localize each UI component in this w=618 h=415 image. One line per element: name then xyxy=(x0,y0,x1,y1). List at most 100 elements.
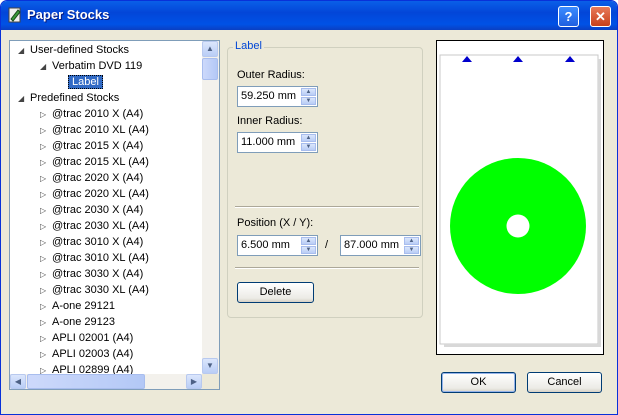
tree-node-label: @trac 3030 XL (A4) xyxy=(52,284,149,296)
scroll-corner xyxy=(202,374,219,389)
horizontal-scroll-thumb[interactable] xyxy=(27,374,145,389)
position-x-value[interactable]: 6.500 mm xyxy=(241,239,290,251)
expand-icon[interactable]: ▷ xyxy=(40,123,52,139)
expand-icon[interactable]: ▷ xyxy=(40,235,52,251)
spin-down-icon[interactable]: ▼ xyxy=(301,143,316,151)
paper-shadow xyxy=(598,59,601,347)
vertical-scroll-thumb[interactable] xyxy=(202,58,218,80)
expand-icon[interactable]: ▷ xyxy=(40,187,52,203)
tree-node-stock[interactable]: ▷ A-one 29121 xyxy=(40,298,115,314)
spin-down-icon[interactable]: ▼ xyxy=(404,246,419,254)
expand-icon[interactable]: ▷ xyxy=(40,283,52,299)
separator xyxy=(235,206,419,208)
expand-icon[interactable]: ▷ xyxy=(40,267,52,283)
close-button[interactable]: ✕ xyxy=(590,6,611,27)
position-x-updown[interactable]: ▲ ▼ xyxy=(301,237,316,254)
collapse-icon[interactable]: ◢ xyxy=(40,59,52,75)
position-y-spinner[interactable]: 87.000 mm ▲ ▼ xyxy=(340,235,421,256)
tree-node-label: @trac 3030 X (A4) xyxy=(52,268,144,280)
stock-tree[interactable]: ◢ User-defined Stocks ◢ Verbatim DVD 119 L… xyxy=(9,40,220,390)
selected-tree-label: Label xyxy=(68,75,103,89)
outer-radius-spinner[interactable]: 59.250 mm ▲ ▼ xyxy=(237,86,318,107)
inner-radius-spinner[interactable]: 11.000 mm ▲ ▼ xyxy=(237,132,318,153)
scroll-down-icon[interactable]: ▼ xyxy=(202,358,218,374)
separator xyxy=(235,267,419,269)
spin-down-icon[interactable]: ▼ xyxy=(301,97,316,105)
tree-node-stock[interactable]: ▷ @trac 2020 X (A4) xyxy=(40,170,143,186)
spin-up-icon[interactable]: ▲ xyxy=(301,88,316,96)
scroll-right-icon[interactable]: ▶ xyxy=(186,374,202,389)
outer-radius-updown[interactable]: ▲ ▼ xyxy=(301,88,316,105)
collapse-icon[interactable]: ◢ xyxy=(18,43,30,59)
tree-node-label: @trac 3010 XL (A4) xyxy=(52,252,149,264)
window-title: Paper Stocks xyxy=(27,7,110,22)
cancel-button[interactable]: Cancel xyxy=(527,372,602,393)
tree-node-predefined[interactable]: ◢ Predefined Stocks xyxy=(18,90,119,106)
inner-radius-value[interactable]: 11.000 mm xyxy=(241,136,295,148)
expand-icon[interactable]: ▷ xyxy=(40,171,52,187)
label-group-title: Label xyxy=(233,40,264,52)
tree-node-label: APLI 02001 (A4) xyxy=(52,332,134,344)
tree-node-stock[interactable]: ▷ @trac 3010 X (A4) xyxy=(40,234,143,250)
tree-node-stock[interactable]: ▷ @trac 2015 XL (A4) xyxy=(40,154,149,170)
expand-icon[interactable]: ▷ xyxy=(40,139,52,155)
scroll-up-icon[interactable]: ▲ xyxy=(202,41,218,57)
vertical-scrollbar[interactable]: ▲ ▼ xyxy=(202,41,219,374)
help-button[interactable]: ? xyxy=(558,6,579,27)
tree-node-label: Verbatim DVD 119 xyxy=(52,60,143,72)
tree-node-stock[interactable]: ▷ A-one 29123 xyxy=(40,314,115,330)
spin-up-icon[interactable]: ▲ xyxy=(404,237,419,245)
tree-node-stock[interactable]: ▷ @trac 2010 X (A4) xyxy=(40,106,143,122)
tree-node-label: A-one 29123 xyxy=(52,316,115,328)
expand-icon[interactable]: ▷ xyxy=(40,363,52,374)
tree-node-stock[interactable]: ▷ @trac 3010 XL (A4) xyxy=(40,250,149,266)
tree-node-label: @trac 2010 X (A4) xyxy=(52,108,144,120)
tree-node-stock[interactable]: ▷ APLI 02003 (A4) xyxy=(40,346,133,362)
spin-down-icon[interactable]: ▼ xyxy=(301,246,316,254)
horizontal-scrollbar[interactable]: ◀ ▶ xyxy=(10,374,202,389)
spin-up-icon[interactable]: ▲ xyxy=(301,237,316,245)
spin-up-icon[interactable]: ▲ xyxy=(301,134,316,142)
tree-node-stock[interactable]: ▷ @trac 2030 XL (A4) xyxy=(40,218,149,234)
label-preview xyxy=(436,40,604,355)
tree-node-stock[interactable]: ▷ @trac 2030 X (A4) xyxy=(40,202,143,218)
tree-node-stock[interactable]: ▷ @trac 3030 X (A4) xyxy=(40,266,143,282)
tree-node-stock[interactable]: ▷ APLI 02899 (A4) xyxy=(40,362,133,374)
tree-node-label: Predefined Stocks xyxy=(30,92,120,104)
scroll-left-icon[interactable]: ◀ xyxy=(10,374,26,389)
tree-node-stock[interactable]: ▷ APLI 02001 (A4) xyxy=(40,330,133,346)
expand-icon[interactable]: ▷ xyxy=(40,299,52,315)
inner-radius-updown[interactable]: ▲ ▼ xyxy=(301,134,316,151)
tree-node-stock[interactable]: ▷ @trac 3030 XL (A4) xyxy=(40,282,149,298)
disc-hole xyxy=(506,214,530,238)
tree-node-label-item[interactable]: Label xyxy=(68,74,103,90)
expand-icon[interactable]: ▷ xyxy=(40,251,52,267)
expand-icon[interactable]: ▷ xyxy=(40,219,52,235)
position-label: Position (X / Y): xyxy=(237,217,314,229)
tree-node-stock[interactable]: ▷ @trac 2010 XL (A4) xyxy=(40,122,149,138)
tree-node-label: @trac 3010 X (A4) xyxy=(52,236,144,248)
expand-icon[interactable]: ▷ xyxy=(40,347,52,363)
expand-icon[interactable]: ▷ xyxy=(40,203,52,219)
expand-icon[interactable]: ▷ xyxy=(40,107,52,123)
expand-icon[interactable]: ▷ xyxy=(40,155,52,171)
position-y-value[interactable]: 87.000 mm xyxy=(344,239,399,251)
collapse-icon[interactable]: ◢ xyxy=(18,91,30,107)
delete-button[interactable]: Delete xyxy=(237,282,314,303)
tree-node-label: @trac 2015 X (A4) xyxy=(52,140,144,152)
tree-node-user-defined[interactable]: ◢ User-defined Stocks xyxy=(18,42,129,58)
expand-icon[interactable]: ▷ xyxy=(40,315,52,331)
tree-node-label: APLI 02003 (A4) xyxy=(52,348,134,360)
title-bar[interactable]: Paper Stocks ? ✕ xyxy=(1,1,617,30)
tree-node-label: APLI 02899 (A4) xyxy=(52,364,134,374)
position-x-spinner[interactable]: 6.500 mm ▲ ▼ xyxy=(237,235,318,256)
position-y-updown[interactable]: ▲ ▼ xyxy=(404,237,419,254)
expand-icon[interactable]: ▷ xyxy=(40,331,52,347)
outer-radius-value[interactable]: 59.250 mm xyxy=(241,90,296,102)
tree-node-stock[interactable]: ▷ @trac 2020 XL (A4) xyxy=(40,186,149,202)
inner-radius-label: Inner Radius: xyxy=(237,115,303,127)
tree-node-label: @trac 2010 XL (A4) xyxy=(52,124,149,136)
ok-button[interactable]: OK xyxy=(441,372,516,393)
tree-node-user-stock[interactable]: ◢ Verbatim DVD 119 xyxy=(40,58,142,74)
tree-node-stock[interactable]: ▷ @trac 2015 X (A4) xyxy=(40,138,143,154)
